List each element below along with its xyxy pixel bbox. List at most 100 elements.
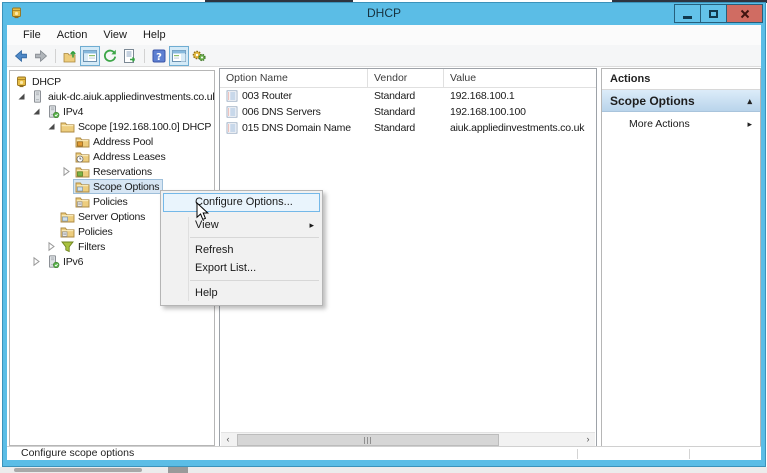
tree-item-ipv4[interactable]: IPv4 (10, 104, 214, 119)
option-name-text: 015 DNS Domain Name (242, 120, 351, 136)
tree-item-scope-192-168-100-0-dhcp[interactable]: Scope [192.168.100.0] DHCP (10, 119, 214, 134)
list-header: Option NameVendorValue (220, 69, 596, 88)
context-menu-item-help[interactable]: Help (161, 284, 322, 302)
toolbar-separator (55, 49, 56, 63)
close-icon (740, 9, 750, 19)
folder-pool-icon (75, 135, 90, 148)
tree-arrow-spacer (60, 151, 73, 162)
tree-collapsed-icon[interactable] (30, 256, 43, 267)
list-row-015-dns-domain-name[interactable]: 015 DNS Domain NameStandardaiuk.appliedi… (220, 120, 596, 136)
toolbar-show-action-pane-icon[interactable] (169, 46, 189, 66)
minimize-icon (683, 16, 692, 19)
column-header-option-name[interactable]: Option Name (220, 69, 368, 88)
context-menu-item-view[interactable]: View▸ (161, 216, 322, 234)
context-menu-item-configure-options[interactable]: Configure Options... (163, 193, 320, 212)
menu-help[interactable]: Help (135, 27, 174, 43)
tree-arrow-spacer (60, 196, 73, 207)
tree-item-address-pool[interactable]: Address Pool (10, 134, 214, 149)
context-menu-item-label: Configure Options... (195, 194, 293, 211)
list-row-006-dns-servers[interactable]: 006 DNS ServersStandard192.168.100.100 (220, 104, 596, 120)
title-bar[interactable]: DHCP (3, 3, 765, 25)
toolbar-back-icon[interactable] (11, 46, 31, 66)
context-menu-item-export-list[interactable]: Export List... (161, 259, 322, 277)
menu-view[interactable]: View (95, 27, 135, 43)
value-cell: 192.168.100.1 (444, 88, 596, 104)
horizontal-scrollbar[interactable]: ‹ › (221, 432, 595, 446)
console-content: DHCP aiuk-dc.aiuk.appliedinvestments.co.u… (7, 67, 761, 446)
status-text: Configure scope options (21, 447, 134, 459)
option-name-cell: 015 DNS Domain Name (220, 120, 368, 136)
desktop-text-remnant (14, 468, 142, 472)
actions-section-title: Scope Options (610, 90, 695, 112)
toolbar: ? (7, 45, 761, 67)
toolbar-up-one-level-icon[interactable] (60, 46, 80, 66)
window-controls (675, 4, 763, 23)
status-bar: Configure scope options (7, 446, 761, 460)
server-check-icon (45, 255, 60, 268)
tree-item-label: Address Leases (93, 151, 166, 163)
toolbar-separator (144, 49, 145, 63)
tree-item-address-leases[interactable]: Address Leases (10, 149, 214, 164)
toolbar-forward-icon[interactable] (31, 46, 51, 66)
tree-item-label: Scope Options (93, 181, 159, 193)
tree-expanded-icon[interactable] (45, 121, 58, 132)
tree-item-label: Scope [192.168.100.0] DHCP (78, 121, 211, 133)
toolbar-show-console-tree-icon[interactable] (80, 46, 100, 66)
maximize-button[interactable] (700, 4, 727, 23)
tree-collapsed-icon[interactable] (45, 241, 58, 252)
filter-icon (60, 240, 75, 253)
menu-file[interactable]: File (15, 27, 49, 43)
scroll-right-button[interactable]: › (581, 433, 595, 446)
toolbar-export-list-icon[interactable] (120, 46, 140, 66)
tree-item-dhcp[interactable]: DHCP (10, 74, 214, 89)
tree-expanded-icon[interactable] (15, 91, 28, 102)
tree-item-label: DHCP (32, 76, 61, 88)
toolbar-help-icon[interactable]: ? (149, 46, 169, 66)
submenu-arrow-icon: ▸ (309, 216, 314, 234)
menu-action[interactable]: Action (49, 27, 96, 43)
window-title: DHCP (3, 6, 765, 20)
option-doc-icon (226, 122, 238, 134)
tree-arrow-spacer (45, 226, 58, 237)
tree-item-label: Filters (78, 241, 105, 253)
tree-item-aiuk-dc-aiuk-appliedinvestments-co-uk[interactable]: aiuk-dc.aiuk.appliedinvestments.co.uk (10, 89, 214, 104)
scroll-left-button[interactable]: ‹ (221, 433, 235, 446)
context-menu-item-refresh[interactable]: Refresh (161, 241, 322, 259)
desktop-element-remnant (168, 467, 188, 473)
tree-arrow-spacer (60, 136, 73, 147)
vendor-cell: Standard (368, 88, 444, 104)
desktop: DHCP FileActionViewHelp ? DHCPaiuk-dc.ai… (0, 0, 767, 473)
folder-policies-icon (75, 195, 90, 208)
svg-text:?: ? (156, 52, 162, 63)
toolbar-refresh-icon[interactable] (100, 46, 120, 66)
folder-policies-icon (60, 225, 75, 238)
scrollbar-thumb[interactable] (237, 434, 499, 446)
list-row-003-router[interactable]: 003 RouterStandard192.168.100.1 (220, 88, 596, 104)
toolbar-properties-gears-icon[interactable] (189, 46, 209, 66)
option-name-cell: 006 DNS Servers (220, 104, 368, 120)
list-body: 003 RouterStandard192.168.100.1006 DNS S… (220, 88, 596, 136)
tree-item-label: aiuk-dc.aiuk.appliedinvestments.co.uk (48, 91, 215, 103)
context-menu-item-label: Refresh (195, 241, 234, 259)
option-doc-icon (226, 90, 238, 102)
close-button[interactable] (726, 4, 763, 23)
menu-bar: FileActionViewHelp (7, 25, 761, 45)
server-check-icon (45, 105, 60, 118)
tree-item-reservations[interactable]: Reservations (10, 164, 214, 179)
minimize-button[interactable] (674, 4, 701, 23)
tree-collapsed-icon[interactable] (60, 166, 73, 177)
tree-item-label: Server Options (78, 211, 145, 223)
actions-section-scope-options[interactable]: Scope Options ▴ (602, 90, 760, 112)
column-header-value[interactable]: Value (444, 69, 596, 88)
tree-item-label: Address Pool (93, 136, 153, 148)
desktop-bleed-bottom (0, 467, 767, 473)
more-actions-item[interactable]: More Actions ▸ (602, 112, 760, 137)
column-header-vendor[interactable]: Vendor (368, 69, 444, 88)
tree-expanded-icon[interactable] (30, 106, 43, 117)
status-divider (577, 449, 578, 459)
chevron-up-icon[interactable]: ▴ (747, 90, 752, 112)
status-divider (689, 449, 690, 459)
folder-options-icon (60, 210, 75, 223)
scrollbar-grip-icon (364, 437, 372, 444)
tree-arrow-spacer (60, 181, 73, 192)
